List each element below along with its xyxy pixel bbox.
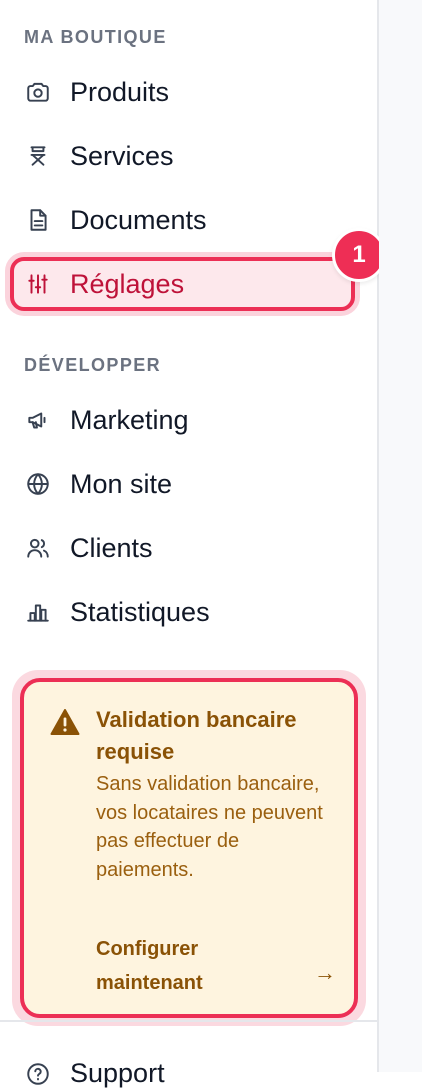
camera-icon bbox=[24, 78, 52, 106]
configure-now-label: Configurer maintenant bbox=[96, 938, 203, 994]
sidebar-item-reglages[interactable]: Réglages bbox=[10, 257, 355, 311]
sidebar-item-label: Réglages bbox=[70, 268, 185, 299]
sidebar-item-produits[interactable]: Produits bbox=[10, 65, 355, 119]
arrow-right-icon: → bbox=[314, 960, 336, 985]
sidebar-item-services[interactable]: Services bbox=[10, 129, 355, 183]
globe-icon bbox=[24, 470, 52, 498]
sidebar-item-label: Statistiques bbox=[70, 596, 210, 627]
sidebar-item-support[interactable]: Support bbox=[24, 1058, 165, 1089]
document-icon bbox=[24, 206, 52, 234]
alert-body: Sans validation bancaire, vos locataires… bbox=[96, 773, 323, 881]
sidebar-item-label: Services bbox=[70, 140, 174, 171]
sidebar-item-label: Produits bbox=[70, 76, 170, 107]
sidebar-item-documents[interactable]: Documents bbox=[10, 193, 355, 247]
sidebar-item-label: Marketing bbox=[70, 404, 189, 435]
sidebar-item-label: Clients bbox=[70, 532, 153, 563]
configure-now-link[interactable]: Configurer maintenant → bbox=[96, 932, 336, 1000]
megaphone-icon bbox=[24, 406, 52, 434]
sidebar: MA BOUTIQUE Produits Services Documents … bbox=[0, 0, 386, 1088]
warning-icon bbox=[50, 709, 80, 735]
bank-validation-alert: Validation bancaire requise Sans validat… bbox=[20, 678, 358, 1018]
divider bbox=[0, 1020, 379, 1022]
section-title-ma-boutique: MA BOUTIQUE bbox=[24, 27, 167, 47]
sidebar-item-mon-site[interactable]: Mon site bbox=[10, 457, 355, 511]
main-content-area bbox=[379, 0, 422, 1072]
step-badge: 1 bbox=[332, 228, 386, 282]
service-icon bbox=[24, 142, 52, 170]
bar-chart-icon bbox=[24, 598, 52, 626]
sidebar-item-clients[interactable]: Clients bbox=[10, 521, 355, 575]
sidebar-item-label: Mon site bbox=[70, 468, 173, 499]
sliders-icon bbox=[24, 270, 52, 298]
sidebar-item-label: Documents bbox=[70, 204, 207, 235]
users-icon bbox=[24, 534, 52, 562]
sidebar-item-statistiques[interactable]: Statistiques bbox=[10, 585, 355, 639]
help-circle-icon bbox=[24, 1060, 52, 1088]
alert-title: Validation bancaire requise bbox=[96, 707, 297, 764]
sidebar-item-label: Support bbox=[70, 1058, 165, 1088]
sidebar-item-marketing[interactable]: Marketing bbox=[10, 393, 355, 447]
section-title-developper: DÉVELOPPER bbox=[24, 355, 162, 375]
